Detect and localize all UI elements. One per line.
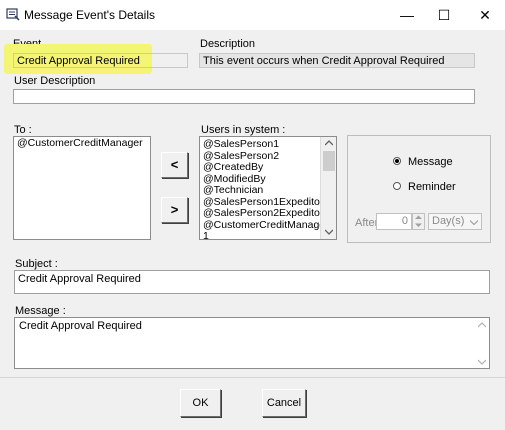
message-radio-label[interactable]: Message [408, 156, 453, 168]
list-item[interactable]: @CustomerCreditManager [203, 219, 329, 232]
description-label: Description [200, 38, 256, 50]
reminder-radio[interactable] [393, 182, 401, 190]
after-value-field[interactable]: 0 [376, 213, 412, 230]
divider [0, 377, 505, 378]
scroll-up-icon[interactable] [478, 322, 486, 328]
scroll-up-icon[interactable] [325, 140, 333, 146]
scroll-thumb[interactable] [323, 151, 335, 171]
remove-recipient-button[interactable]: > [161, 197, 188, 223]
user-description-input[interactable] [13, 89, 475, 104]
users-list[interactable]: @SalesPerson1 @SalesPerson2 @CreatedBy @… [199, 136, 337, 240]
list-item[interactable]: @SalesPerson2Expeditor [203, 207, 323, 220]
message-textarea[interactable]: Credit Approval Required [14, 317, 490, 369]
scroll-down-icon[interactable] [325, 229, 333, 235]
message-text: Credit Approval Required [19, 320, 142, 332]
list-item[interactable]: @SalesPerson1 [203, 138, 318, 151]
subject-input[interactable]: Credit Approval Required [14, 270, 490, 294]
spin-up-icon[interactable] [415, 215, 422, 220]
list-item[interactable]: 1 [203, 230, 318, 239]
cancel-button[interactable]: Cancel [262, 389, 306, 417]
add-recipient-button[interactable]: < [161, 152, 188, 178]
message-scrollbar[interactable] [475, 318, 489, 368]
description-field: This event occurs when Credit Approval R… [199, 53, 475, 68]
list-item[interactable]: @CreatedBy [203, 161, 318, 174]
after-spinner[interactable] [412, 213, 425, 230]
to-label: To : [14, 124, 32, 136]
reminder-radio-label[interactable]: Reminder [408, 181, 456, 193]
unit-select-value: Day(s) [432, 215, 465, 227]
close-button[interactable]: ✕ [462, 0, 505, 30]
subject-label: Subject : [15, 258, 58, 270]
spin-down-icon[interactable] [415, 223, 422, 228]
list-item[interactable]: @CustomerCreditManager [17, 137, 147, 150]
radio-dot-icon [395, 159, 399, 163]
users-scrollbar[interactable] [320, 137, 336, 239]
users-label: Users in system : [201, 124, 286, 136]
app-icon [6, 8, 20, 21]
message-radio[interactable] [393, 157, 401, 165]
event-field: Credit Approval Required [13, 53, 188, 68]
user-description-label: User Description [14, 75, 96, 87]
chevron-down-icon[interactable] [470, 220, 478, 225]
message-label: Message : [15, 305, 66, 317]
to-list[interactable]: @CustomerCreditManager [13, 136, 151, 240]
maximize-button[interactable]: ☐ [421, 0, 467, 30]
window-title: Message Event's Details [24, 8, 156, 22]
after-label: After [355, 217, 379, 229]
scroll-down-icon[interactable] [478, 359, 486, 365]
list-item[interactable]: @Technician [203, 184, 318, 197]
ok-button[interactable]: OK [180, 389, 221, 417]
